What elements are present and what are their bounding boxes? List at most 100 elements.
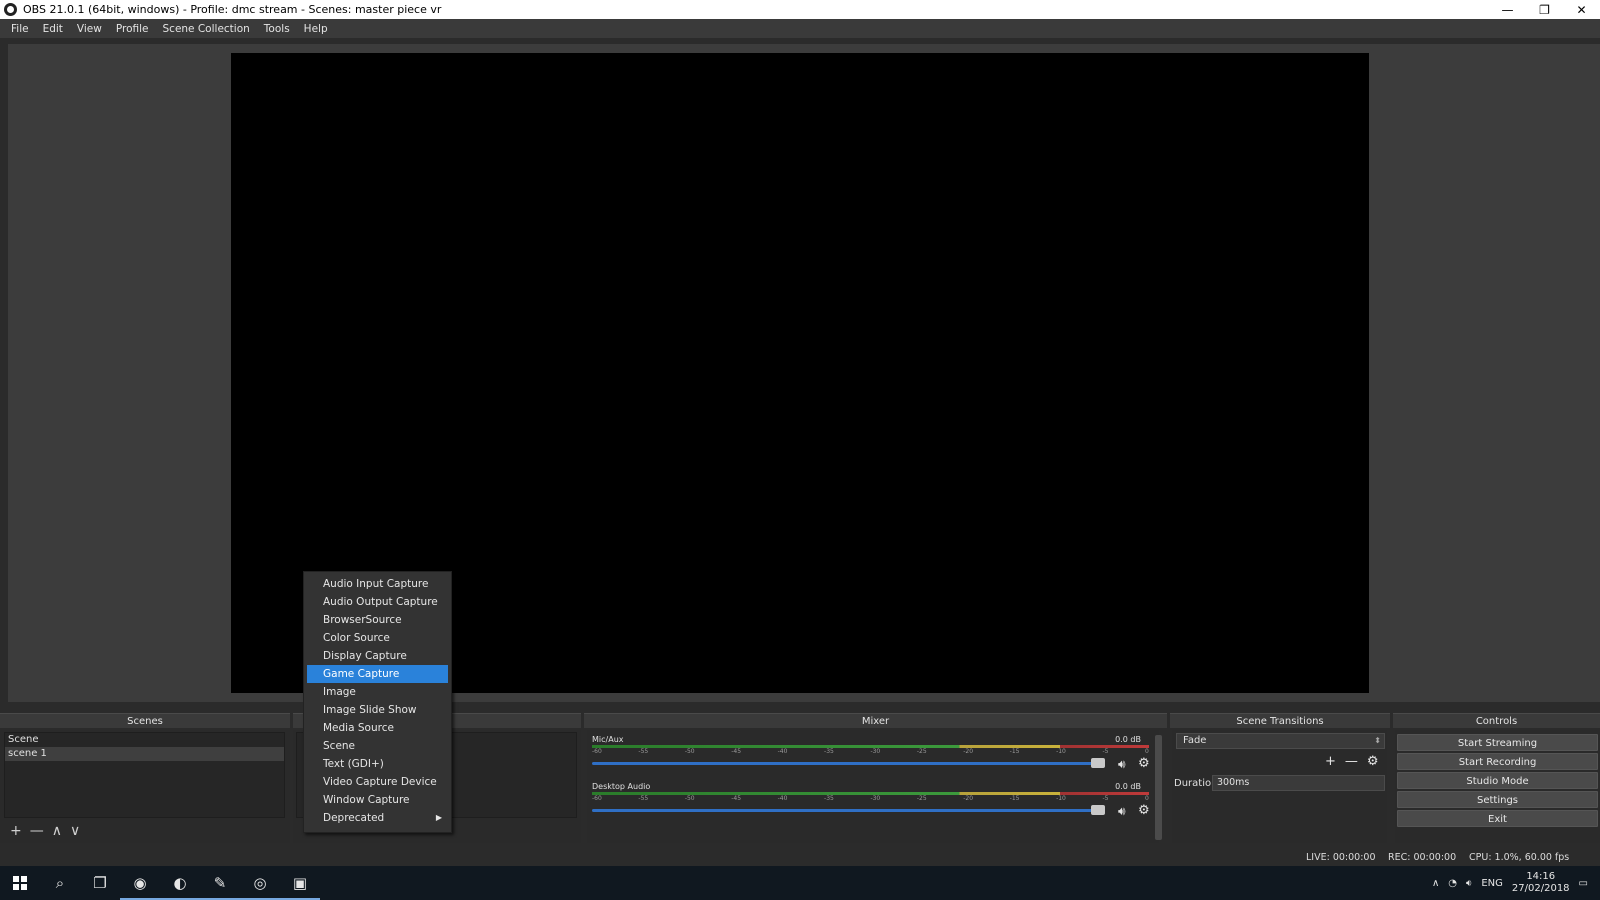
paint-taskbar-icon[interactable]: ✎	[200, 866, 240, 900]
mixer-scrollbar[interactable]	[1155, 735, 1162, 840]
speaker-icon[interactable]: 🔊︎	[1118, 757, 1126, 772]
move-scene-down-button[interactable]: ∨	[70, 823, 80, 839]
menu-profile[interactable]: Profile	[109, 23, 156, 35]
notification-icon[interactable]: ▭	[1579, 878, 1588, 889]
mixer-track-desktop: Desktop Audio 0.0 dB -60 -55 -50 -45 -40…	[591, 780, 1150, 826]
tick-label: -20	[963, 795, 974, 802]
live-timer: LIVE: 00:00:00	[1306, 852, 1376, 863]
steam-taskbar-icon[interactable]: ◐	[160, 866, 200, 900]
network-icon[interactable]: ◔	[1448, 878, 1457, 889]
menu-edit[interactable]: Edit	[36, 23, 70, 35]
chevron-up-icon[interactable]: ∧	[1432, 878, 1439, 889]
tick-label: -35	[824, 795, 834, 802]
obs-app-icon	[4, 3, 17, 16]
meter-ticks: -60 -55 -50 -45 -40 -35 -30 -25 -20 -15 …	[592, 748, 1149, 755]
menu-item-browser-source[interactable]: BrowserSource	[307, 611, 448, 629]
submenu-arrow-icon: ▶	[435, 813, 442, 822]
duration-value: 300ms	[1217, 777, 1250, 788]
menu-item-media-source[interactable]: Media Source	[307, 719, 448, 737]
menu-item-game-capture[interactable]: Game Capture	[307, 665, 448, 683]
menu-view[interactable]: View	[70, 23, 109, 35]
clock[interactable]: 14:16 27/02/2018	[1512, 871, 1570, 895]
volume-icon[interactable]: 🔉︎	[1466, 878, 1472, 889]
clock-time: 14:16	[1526, 871, 1556, 882]
rec-timer: REC: 00:00:00	[1388, 852, 1457, 863]
minimize-button[interactable]: —	[1489, 0, 1526, 19]
volume-slider-track[interactable]	[592, 809, 1099, 812]
tick-label: -30	[870, 748, 881, 755]
menu-item-display-capture[interactable]: Display Capture	[307, 647, 448, 665]
scenes-dock-title: Scenes	[0, 713, 290, 728]
window-titlebar: OBS 21.0.1 (64bit, windows) - Profile: d…	[0, 0, 1600, 19]
tick-label: -45	[731, 795, 742, 802]
volume-slider-handle[interactable]	[1091, 805, 1105, 815]
start-streaming-button[interactable]: Start Streaming	[1397, 734, 1598, 751]
tick-label: -40	[777, 795, 788, 802]
speaker-icon[interactable]: 🔊︎	[1118, 804, 1126, 819]
windows-start-icon[interactable]	[0, 866, 40, 900]
status-bar: LIVE: 00:00:00 REC: 00:00:00 CPU: 1.0%, …	[0, 848, 1600, 866]
scene-item-selected[interactable]: scene 1	[5, 747, 284, 761]
close-button[interactable]: ✕	[1563, 0, 1600, 19]
restore-button[interactable]: ❐	[1526, 0, 1563, 19]
menu-file[interactable]: File	[4, 23, 36, 35]
window-taskbar-icon[interactable]: ▣	[280, 866, 320, 900]
tick-label: -10	[1056, 748, 1066, 755]
menu-help[interactable]: Help	[297, 23, 335, 35]
start-recording-button[interactable]: Start Recording	[1397, 753, 1598, 770]
duration-input[interactable]: 300ms	[1212, 775, 1385, 791]
menu-item-color-source[interactable]: Color Source	[307, 629, 448, 647]
menu-item-audio-output-capture[interactable]: Audio Output Capture	[307, 593, 448, 611]
scenes-toolbar: + — ∧ ∨	[4, 820, 285, 842]
task-view-icon[interactable]: ❐	[80, 866, 120, 900]
track-name: Mic/Aux	[592, 735, 624, 744]
controls-dock-title: Controls	[1393, 713, 1600, 728]
tick-label: -40	[777, 748, 788, 755]
scene-transitions-panel: Fade ⬍ + — ⚙ Duration 300ms	[1172, 730, 1387, 843]
menu-item-scene[interactable]: Scene	[307, 737, 448, 755]
tick-label: -25	[916, 795, 927, 802]
add-scene-button[interactable]: +	[10, 823, 22, 839]
tick-label: -35	[824, 748, 834, 755]
menu-item-image-slide-show[interactable]: Image Slide Show	[307, 701, 448, 719]
tick-label: 0	[1145, 795, 1149, 802]
settings-button[interactable]: Settings	[1397, 791, 1598, 808]
duration-label: Duration	[1174, 778, 1218, 789]
menu-item-deprecated[interactable]: Deprecated ▶	[307, 809, 448, 827]
tick-label: -45	[731, 748, 742, 755]
menu-item-video-capture-device[interactable]: Video Capture Device	[307, 773, 448, 791]
transition-select[interactable]: Fade ⬍	[1176, 733, 1385, 749]
studio-mode-button[interactable]: Studio Mode	[1397, 772, 1598, 789]
volume-slider-track[interactable]	[592, 762, 1099, 765]
menu-item-audio-input-capture[interactable]: Audio Input Capture	[307, 575, 448, 593]
controls-panel: Start Streaming Start Recording Studio M…	[1395, 730, 1600, 843]
transition-select-value: Fade	[1183, 735, 1207, 746]
scene-item[interactable]: Scene	[5, 733, 284, 747]
tick-label: 0	[1145, 748, 1149, 755]
gear-icon[interactable]: ⚙	[1138, 803, 1150, 818]
menu-scene-collection[interactable]: Scene Collection	[156, 23, 257, 35]
menu-item-image[interactable]: Image	[307, 683, 448, 701]
exit-button[interactable]: Exit	[1397, 810, 1598, 827]
add-transition-button[interactable]: +	[1325, 754, 1336, 769]
language-indicator[interactable]: ENG	[1481, 878, 1503, 889]
obs-taskbar-icon[interactable]: ◉	[120, 866, 160, 900]
remove-transition-button[interactable]: —	[1345, 754, 1358, 769]
menu-item-text-gdi[interactable]: Text (GDI+)	[307, 755, 448, 773]
menu-tools[interactable]: Tools	[257, 23, 297, 35]
volume-slider-handle[interactable]	[1091, 758, 1105, 768]
tick-label: -50	[684, 748, 695, 755]
gear-icon[interactable]: ⚙	[1138, 756, 1150, 771]
app-taskbar-icon[interactable]: ◎	[240, 866, 280, 900]
move-scene-up-button[interactable]: ∧	[52, 823, 62, 839]
mixer-dock-title: Mixer	[584, 713, 1167, 728]
tick-label: -15	[1009, 748, 1020, 755]
remove-scene-button[interactable]: —	[30, 823, 44, 839]
search-icon[interactable]: ⌕	[40, 866, 80, 900]
menu-item-window-capture[interactable]: Window Capture	[307, 791, 448, 809]
mixer-track-mic: Mic/Aux 0.0 dB -60 -55 -50 -45 -40 -35 -…	[591, 733, 1150, 779]
tick-label: -55	[638, 748, 649, 755]
tick-label: -60	[592, 748, 602, 755]
transition-settings-icon[interactable]: ⚙	[1367, 754, 1379, 769]
tick-label: -25	[916, 748, 927, 755]
